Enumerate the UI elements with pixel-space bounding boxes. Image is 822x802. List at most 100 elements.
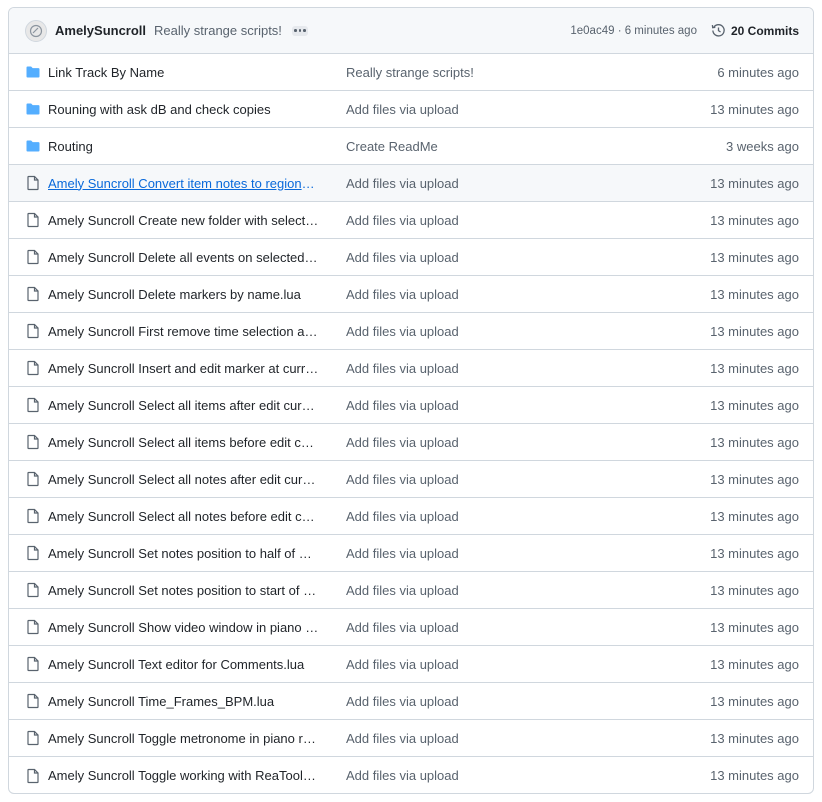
commit-age: 13 minutes ago [710, 101, 799, 117]
file-row[interactable]: Amely Suncroll Show video window in pian… [9, 609, 813, 646]
file-icon [25, 545, 41, 561]
commit-message-link[interactable]: Add files via upload [346, 398, 459, 413]
history-icon [711, 24, 725, 37]
file-name-link[interactable]: Amely Suncroll Time_Frames_BPM.lua [48, 694, 320, 709]
commit-message-link[interactable]: Add files via upload [346, 472, 459, 487]
file-row[interactable]: Amely Suncroll Convert item notes to reg… [9, 165, 813, 202]
file-icon [25, 397, 41, 413]
commit-age: 13 minutes ago [710, 693, 799, 709]
commit-message-link[interactable]: Add files via upload [346, 583, 459, 598]
file-icon [25, 656, 41, 672]
commits-count: 20 Commits [730, 23, 799, 38]
commit-age: 13 minutes ago [710, 397, 799, 413]
commit-author[interactable]: AmelySuncroll [55, 23, 146, 38]
folder-icon [25, 101, 41, 117]
file-row[interactable]: Amely Suncroll Select all notes after ed… [9, 461, 813, 498]
file-icon [25, 323, 41, 339]
file-row[interactable]: Amely Suncroll Insert and edit marker at… [9, 350, 813, 387]
file-name-link[interactable]: Amely Suncroll Toggle working with ReaTo… [48, 768, 320, 783]
commit-message-link[interactable]: Add files via upload [346, 620, 459, 635]
avatar[interactable] [25, 19, 47, 42]
file-name-link[interactable]: Amely Suncroll Create new folder with se… [48, 213, 320, 228]
file-row[interactable]: Amely Suncroll First remove time selecti… [9, 313, 813, 350]
file-name-link[interactable]: Amely Suncroll First remove time selecti… [48, 324, 320, 339]
file-row[interactable]: Amely Suncroll Text editor for Comments.… [9, 646, 813, 683]
commit-age: 13 minutes ago [710, 545, 799, 561]
file-list: Link Track By Name Really strange scripts… [9, 54, 813, 793]
commit-message-link[interactable]: Really strange scripts! [346, 65, 474, 80]
commit-message-link[interactable]: Add files via upload [346, 509, 459, 524]
commit-message[interactable]: Really strange scripts! [154, 23, 282, 38]
file-icon [25, 360, 41, 376]
folder-row[interactable]: Rouning with ask dB and check copies Add … [9, 91, 813, 128]
commit-message-link[interactable]: Add files via upload [346, 176, 459, 191]
file-name-link[interactable]: Amely Suncroll Delete all events on sele… [48, 250, 320, 265]
file-name-link[interactable]: Amely Suncroll Select all items before e… [48, 435, 320, 450]
folder-name-link[interactable]: Rouning with ask dB and check copies [48, 102, 320, 117]
file-name-link[interactable]: Amely Suncroll Select all items after ed… [48, 398, 320, 413]
commit-message-link[interactable]: Add files via upload [346, 731, 459, 746]
folder-name-link[interactable]: Link Track By Name [48, 65, 320, 80]
commit-age: 13 minutes ago [710, 508, 799, 524]
file-row[interactable]: Amely Suncroll Select all items after ed… [9, 387, 813, 424]
commit-message-link[interactable]: Add files via upload [346, 102, 459, 117]
file-name-link[interactable]: Amely Suncroll Insert and edit marker at… [48, 361, 320, 376]
file-name-link[interactable]: Amely Suncroll Set notes position to sta… [48, 583, 320, 598]
commit-message-link[interactable]: Create ReadMe [346, 139, 438, 154]
file-icon [25, 508, 41, 524]
latest-commit-bar: AmelySuncroll Really strange scripts! 1e… [9, 8, 813, 54]
file-row[interactable]: Amely Suncroll Delete all events on sele… [9, 239, 813, 276]
avatar-icon [29, 24, 43, 37]
folder-row[interactable]: Link Track By Name Really strange scripts… [9, 54, 813, 91]
commit-age: 13 minutes ago [710, 286, 799, 302]
commit-message-link[interactable]: Add files via upload [346, 324, 459, 339]
commit-age: 13 minutes ago [710, 249, 799, 265]
file-icon [25, 619, 41, 635]
commit-message-link[interactable]: Add files via upload [346, 546, 459, 561]
commit-age: 13 minutes ago [710, 212, 799, 228]
file-name-link[interactable]: Amely Suncroll Show video window in pian… [48, 620, 320, 635]
commit-message-link[interactable]: Add files via upload [346, 287, 459, 302]
commit-message-link[interactable]: Add files via upload [346, 435, 459, 450]
file-row[interactable]: Amely Suncroll Select all notes before e… [9, 498, 813, 535]
commit-age: 13 minutes ago [710, 582, 799, 598]
folder-icon [25, 138, 41, 154]
file-name-link[interactable]: Amely Suncroll Select all notes after ed… [48, 472, 320, 487]
commit-message-link[interactable]: Add files via upload [346, 250, 459, 265]
file-row[interactable]: Amely Suncroll Toggle metronome in piano… [9, 720, 813, 757]
file-name-link[interactable]: Amely Suncroll Set notes position to hal… [48, 546, 320, 561]
file-row[interactable]: Amely Suncroll Set notes position to hal… [9, 535, 813, 572]
commit-message-link[interactable]: Add files via upload [346, 213, 459, 228]
file-icon [25, 212, 41, 228]
commit-age: 13 minutes ago [710, 434, 799, 450]
file-name-link[interactable]: Amely Suncroll Convert item notes to reg… [48, 176, 320, 191]
commit-hash-time[interactable]: 1e0ac49 · 6 minutes ago [570, 25, 697, 37]
folder-icon [25, 64, 41, 80]
file-icon [25, 175, 41, 191]
ellipsis-button[interactable] [291, 25, 308, 36]
file-row[interactable]: Amely Suncroll Set notes position to sta… [9, 572, 813, 609]
folder-name-link[interactable]: Routing [48, 139, 320, 154]
file-name-link[interactable]: Amely Suncroll Select all notes before e… [48, 509, 320, 524]
commit-message-link[interactable]: Add files via upload [346, 694, 459, 709]
folder-row[interactable]: Routing Create ReadMe 3 weeks ago [9, 128, 813, 165]
commit-message-link[interactable]: Add files via upload [346, 657, 459, 672]
file-browser: AmelySuncroll Really strange scripts! 1e… [8, 7, 814, 794]
file-name-link[interactable]: Amely Suncroll Delete markers by name.lu… [48, 287, 320, 302]
commit-age: 6 minutes ago [717, 64, 799, 80]
file-icon [25, 286, 41, 302]
file-row[interactable]: Amely Suncroll Toggle working with ReaTo… [9, 757, 813, 793]
file-row[interactable]: Amely Suncroll Time_Frames_BPM.lua Add fi… [9, 683, 813, 720]
commit-age: 13 minutes ago [710, 471, 799, 487]
file-name-link[interactable]: Amely Suncroll Text editor for Comments.… [48, 657, 320, 672]
file-row[interactable]: Amely Suncroll Create new folder with se… [9, 202, 813, 239]
commit-age: 13 minutes ago [710, 768, 799, 783]
file-name-link[interactable]: Amely Suncroll Toggle metronome in piano… [48, 731, 320, 746]
file-icon [25, 434, 41, 450]
commit-age: 13 minutes ago [710, 619, 799, 635]
file-row[interactable]: Amely Suncroll Delete markers by name.lu… [9, 276, 813, 313]
commits-link[interactable]: 20 Commits [711, 23, 799, 38]
commit-message-link[interactable]: Add files via upload [346, 361, 459, 376]
file-row[interactable]: Amely Suncroll Select all items before e… [9, 424, 813, 461]
commit-message-link[interactable]: Add files via upload [346, 768, 459, 783]
